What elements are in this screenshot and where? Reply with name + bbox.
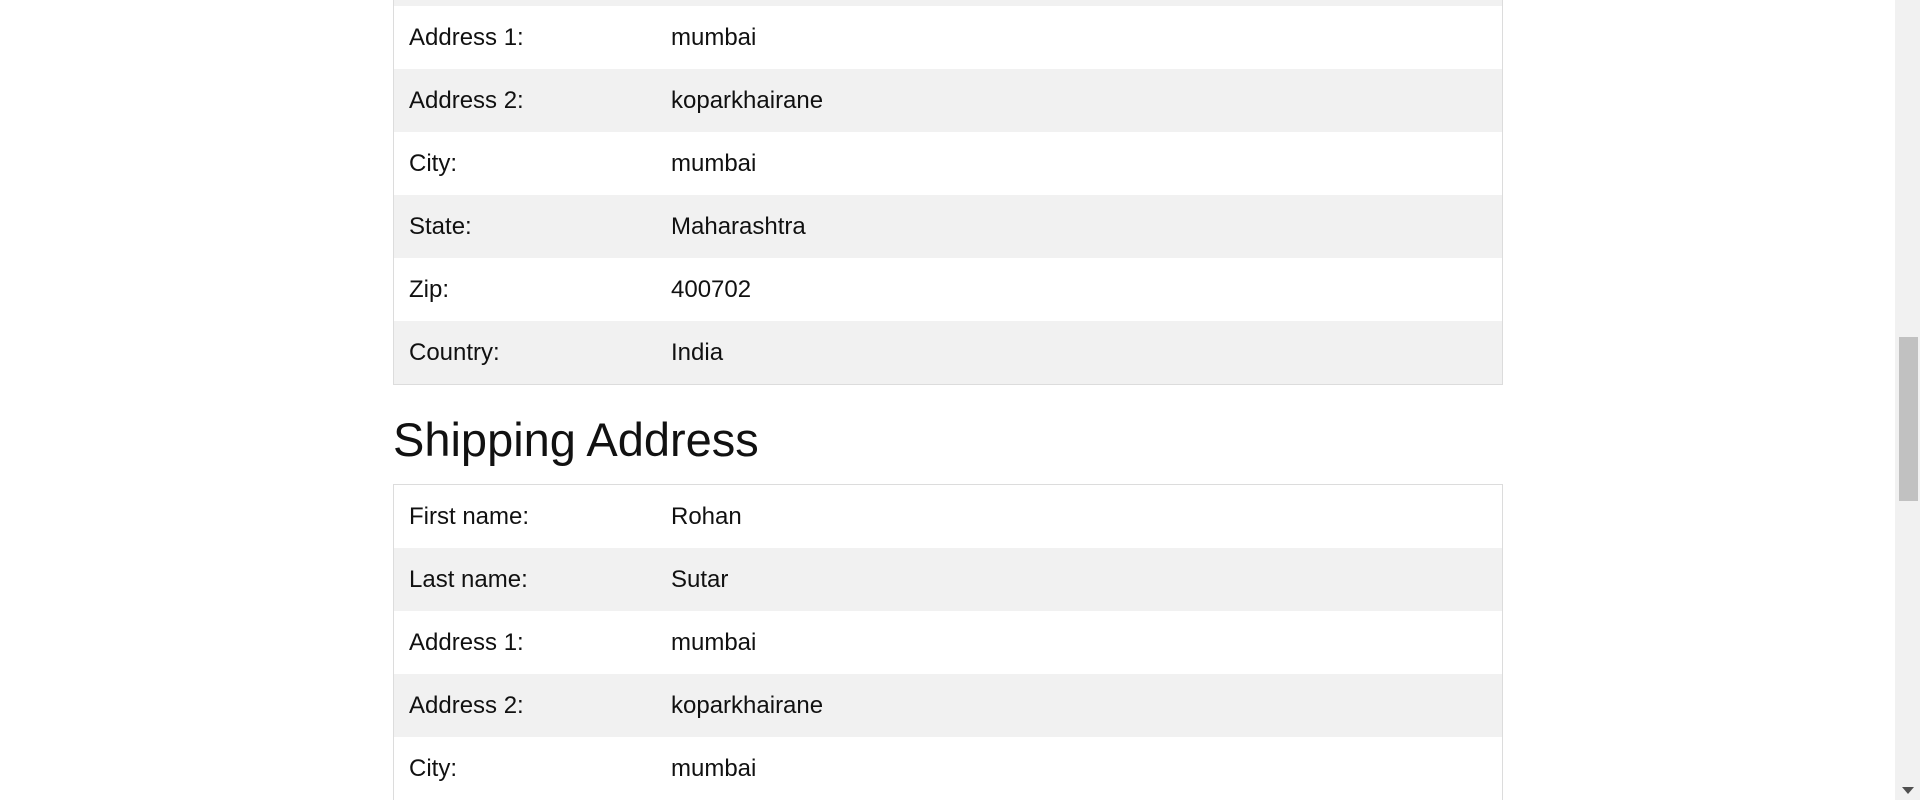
- table-row: Address 1: mumbai: [394, 611, 1502, 674]
- row-label: First name:: [409, 502, 530, 530]
- scroll-down-arrow-icon[interactable]: [1902, 787, 1914, 794]
- billing-address-table: Address 1: mumbai Address 2: koparkhaira…: [393, 0, 1503, 385]
- billing-address-section: Address 1: mumbai Address 2: koparkhaira…: [393, 0, 1503, 385]
- row-value: koparkhairane: [671, 86, 824, 114]
- row-label: Address 1:: [409, 628, 524, 656]
- table-row: Zip: 400702: [394, 258, 1502, 321]
- table-row: Address 2: koparkhairane: [394, 69, 1502, 132]
- table-row: State: Maharashtra: [394, 195, 1502, 258]
- table-row: First name: Rohan: [394, 485, 1502, 548]
- row-label: Zip:: [409, 275, 450, 303]
- row-label: Address 2:: [409, 691, 524, 719]
- row-label: State:: [409, 212, 472, 240]
- row-label: Last name:: [409, 565, 528, 593]
- table-row: Address 2: koparkhairane: [394, 674, 1502, 737]
- shipping-address-section: First name: Rohan Last name: Sutar Addre…: [393, 484, 1503, 800]
- vertical-scrollbar[interactable]: [1895, 0, 1920, 800]
- table-row: Last name: Sutar: [394, 548, 1502, 611]
- table-row: Country: India: [394, 321, 1502, 384]
- page-viewport: Address 1: mumbai Address 2: koparkhaira…: [0, 0, 1920, 800]
- row-value: koparkhairane: [671, 691, 824, 719]
- row-value: Rohan: [671, 502, 742, 530]
- row-value: 400702: [671, 275, 752, 303]
- row-value: Sutar: [671, 565, 729, 593]
- row-label: Address 2:: [409, 86, 524, 114]
- row-value: mumbai: [671, 628, 757, 656]
- table-row: Address 1: mumbai: [394, 6, 1502, 69]
- row-label: City:: [409, 149, 457, 177]
- shipping-address-heading: Shipping Address: [393, 413, 759, 466]
- row-label: Country:: [409, 338, 500, 366]
- row-value: India: [671, 338, 724, 366]
- row-value: Maharashtra: [671, 212, 806, 240]
- scrollbar-thumb[interactable]: [1899, 337, 1918, 501]
- shipping-address-table: First name: Rohan Last name: Sutar Addre…: [393, 484, 1503, 800]
- row-label: City:: [409, 754, 457, 782]
- row-label: Address 1:: [409, 23, 524, 51]
- table-row: City: mumbai: [394, 132, 1502, 195]
- row-value: mumbai: [671, 754, 757, 782]
- row-value: mumbai: [671, 23, 757, 51]
- table-row: City: mumbai: [394, 737, 1502, 800]
- row-value: mumbai: [671, 149, 757, 177]
